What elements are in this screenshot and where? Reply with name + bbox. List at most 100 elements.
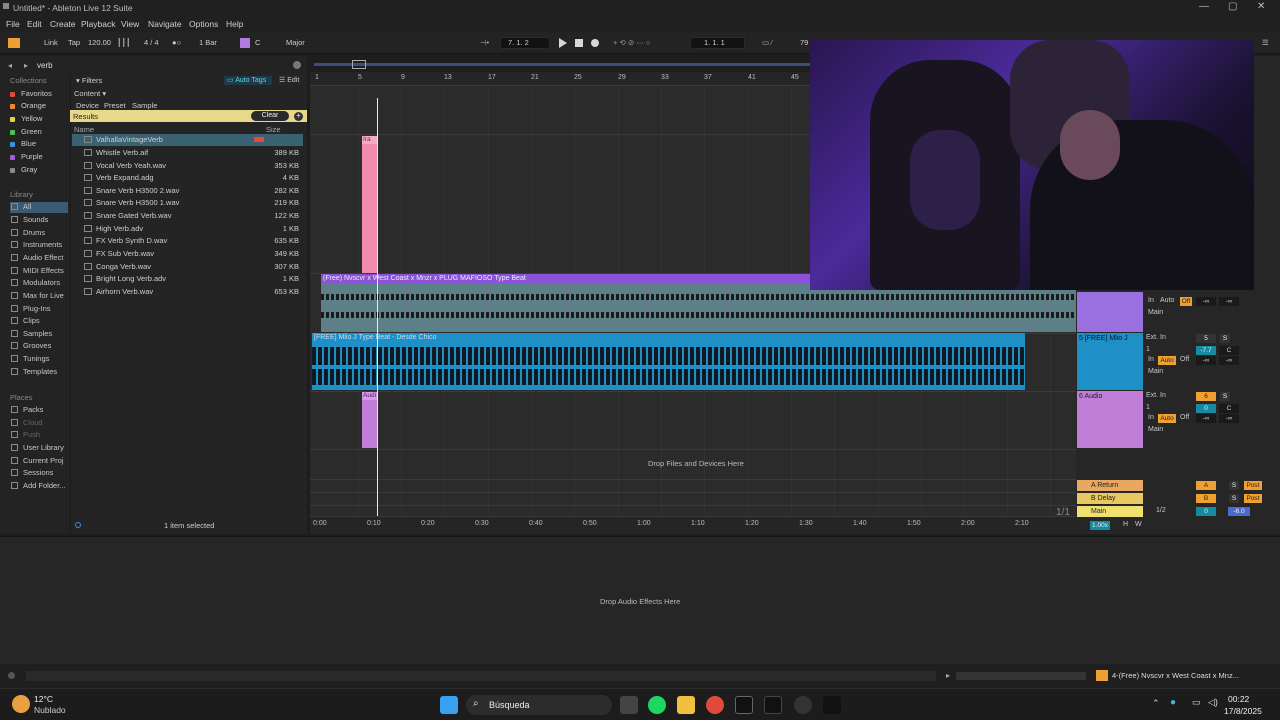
menu-playback[interactable]: Playback — [81, 19, 116, 29]
playhead[interactable] — [377, 98, 378, 516]
input-type-select[interactable]: Ext. In — [1146, 392, 1166, 399]
monitor-off-button[interactable]: Off — [1180, 414, 1189, 421]
track-pan[interactable]: C — [1219, 404, 1239, 413]
track-pan[interactable]: C — [1219, 346, 1239, 355]
play-icon[interactable] — [559, 38, 567, 48]
record-icon[interactable] — [591, 39, 599, 47]
send-a[interactable]: -∞ — [1196, 356, 1216, 365]
input-type-select[interactable]: Ext. In — [1146, 334, 1166, 341]
input-channel-select[interactable]: 1 — [1146, 346, 1150, 353]
overdub-icons[interactable]: + ⟲ ⊘ ⋯ ○ — [613, 38, 650, 47]
time-signature[interactable]: 4 / 4 — [144, 38, 159, 47]
follow-icon[interactable]: ⊣• — [480, 38, 489, 47]
auto-tags-button[interactable]: ▭ Auto Tags — [224, 76, 272, 85]
result-item[interactable]: FX Verb Synth D.wav 635 KB — [72, 235, 303, 247]
clear-search-icon[interactable] — [293, 61, 301, 69]
collection-blue[interactable]: Blue — [10, 139, 36, 148]
library-grooves[interactable]: Grooves — [10, 341, 68, 352]
song-position[interactable]: 7. 1. 2 — [508, 38, 529, 47]
search-box[interactable]: ⌕ Búsqueda — [466, 695, 612, 715]
spotify-icon[interactable] — [648, 696, 666, 714]
w-button[interactable]: W — [1135, 521, 1142, 528]
tray-expand-icon[interactable]: ⌃ — [1152, 698, 1160, 709]
menu-icon[interactable]: ☰ — [1262, 38, 1269, 47]
weather-icon[interactable] — [12, 695, 30, 713]
draw-mode-icon[interactable]: ▭ ∕ — [762, 38, 772, 47]
main-volume[interactable]: 0 — [1196, 507, 1216, 516]
menu-navigate[interactable]: Navigate — [148, 19, 182, 29]
result-item[interactable]: Conga Verb.wav 307 KB — [72, 261, 303, 273]
solo-button[interactable]: S — [1220, 392, 1230, 401]
result-item[interactable]: Whistle Verb.aif 389 KB — [72, 147, 303, 159]
clock-time[interactable]: 00:22 — [1228, 694, 1249, 704]
track-pan[interactable]: -∞ — [1219, 297, 1239, 306]
main-track[interactable]: Main — [1077, 506, 1143, 517]
collection-yellow[interactable]: Yellow — [10, 114, 42, 123]
menu-create[interactable]: Create — [50, 19, 76, 29]
clip-overview[interactable] — [956, 672, 1086, 680]
collection-green[interactable]: Green — [10, 127, 42, 136]
ableton-live-icon[interactable] — [764, 696, 782, 714]
play-clip-icon[interactable]: ▸ — [946, 671, 950, 680]
filter-sample[interactable]: Sample — [132, 101, 157, 110]
clock-date[interactable]: 17/8/2025 — [1224, 706, 1262, 716]
zoom-field[interactable]: 1.00x — [1090, 521, 1110, 530]
volume-icon[interactable]: ◁) — [1208, 697, 1218, 708]
nudge-icon[interactable]: ┃┃┃ — [117, 38, 131, 47]
send-a[interactable]: -∞ — [1196, 414, 1216, 423]
library-drums[interactable]: Drums — [10, 228, 68, 239]
solo-button[interactable]: S — [1229, 494, 1239, 503]
place-current-project[interactable]: Current Proj — [10, 456, 68, 467]
place-cloud[interactable]: Cloud — [10, 418, 68, 429]
track-volume[interactable]: -∞ — [1196, 297, 1216, 306]
send-b[interactable]: -∞ — [1219, 414, 1239, 423]
monitor-off-button[interactable]: Off — [1180, 297, 1192, 306]
result-item[interactable]: Vocal Verb Yeah.wav 353 KB — [72, 160, 303, 172]
monitor-in-button[interactable]: In — [1148, 414, 1154, 421]
monitor-auto-button[interactable]: Auto — [1160, 297, 1174, 304]
track-number-button[interactable]: 6 — [1196, 392, 1216, 401]
loop-start[interactable]: 1. 1. 1 — [704, 38, 725, 47]
close-button[interactable]: ✕ — [1257, 1, 1265, 12]
output-select[interactable]: Main — [1148, 426, 1163, 433]
monitor-auto-button[interactable]: Auto — [1158, 414, 1176, 423]
solo-button[interactable]: S — [1229, 481, 1239, 490]
menu-options[interactable]: Options — [189, 19, 218, 29]
result-item[interactable]: ValhallaVintageVerb — [72, 134, 303, 146]
monitor-auto-button[interactable]: Auto — [1158, 356, 1176, 365]
return-a-button[interactable]: A — [1196, 481, 1216, 490]
tempo-field[interactable]: 120.00 — [88, 38, 111, 47]
library-modulators[interactable]: Modulators — [10, 278, 68, 289]
obs-icon[interactable] — [794, 696, 812, 714]
library-max-for-live[interactable]: Max for Live — [10, 291, 68, 302]
chrome-icon[interactable] — [706, 696, 724, 714]
collection-favoritos[interactable]: Favoritos — [10, 89, 52, 98]
preview-icon[interactable] — [75, 522, 81, 528]
midi-clip[interactable]: Ira — [362, 136, 377, 273]
collection-gray[interactable]: Gray — [10, 165, 37, 174]
output-select[interactable]: Main — [1148, 368, 1163, 375]
menu-view[interactable]: View — [121, 19, 139, 29]
column-size[interactable]: Size — [266, 125, 281, 134]
library-audio-effect[interactable]: Audio Effect — [10, 253, 68, 264]
output-select[interactable]: Main — [1148, 309, 1163, 316]
send-b[interactable]: -∞ — [1219, 356, 1239, 365]
result-item[interactable]: Verb Expand.adg 4 KB — [72, 172, 303, 184]
library-sounds[interactable]: Sounds — [10, 215, 68, 226]
result-item[interactable]: Airhorn Verb.wav 653 KB — [72, 286, 303, 298]
library-instruments[interactable]: Instruments — [10, 240, 68, 251]
place-add-folder[interactable]: Add Folder... — [10, 481, 68, 492]
solo-button[interactable]: S — [1220, 334, 1230, 343]
place-user-library[interactable]: User Library — [10, 443, 68, 454]
quantization-select[interactable]: 1 Bar — [199, 38, 217, 47]
content-select[interactable]: Content ▾ — [74, 89, 106, 98]
track-number-button[interactable]: 5 — [1196, 334, 1216, 343]
result-item[interactable]: Snare Verb H3500 2.wav 282 KB — [72, 185, 303, 197]
library-templates[interactable]: Templates — [10, 367, 68, 378]
library-tunings[interactable]: Tunings — [10, 354, 68, 365]
clear-button[interactable]: Clear — [251, 111, 289, 121]
filter-device[interactable]: Device — [76, 101, 99, 110]
result-item[interactable]: Snare Gated Verb.wav 122 KB — [72, 210, 303, 222]
link-button[interactable]: Link — [44, 38, 58, 47]
monitor-in-button[interactable]: In — [1148, 356, 1154, 363]
